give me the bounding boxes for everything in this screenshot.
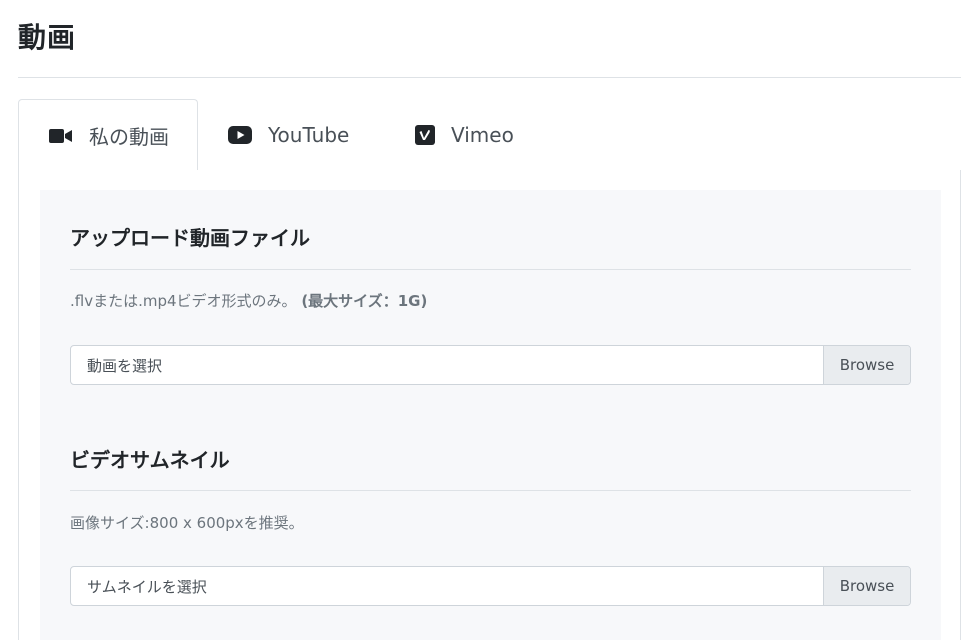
title-divider bbox=[18, 77, 961, 78]
upload-help-main: .flvまたは.mp4ビデオ形式のみ。 bbox=[70, 292, 297, 310]
video-camera-icon bbox=[49, 128, 73, 144]
thumbnail-file-placeholder[interactable]: サムネイルを選択 bbox=[71, 567, 823, 605]
upload-help-text: .flvまたは.mp4ビデオ形式のみ。 (最大サイズ：1G) bbox=[70, 290, 427, 311]
video-source-tabs: 私の動画 YouTube Vimeo bbox=[18, 99, 961, 172]
thumbnail-help-text: 画像サイズ:800 x 600pxを推奨。 bbox=[70, 514, 304, 532]
page-title: 動画 bbox=[18, 21, 77, 54]
tab-vimeo[interactable]: Vimeo bbox=[415, 99, 514, 171]
tab-youtube[interactable]: YouTube bbox=[228, 99, 349, 171]
thumbnail-file-input[interactable]: サムネイルを選択 Browse bbox=[70, 566, 911, 606]
video-file-input[interactable]: 動画を選択 Browse bbox=[70, 345, 911, 385]
vimeo-icon bbox=[415, 125, 435, 145]
upload-help-max-size: (最大サイズ：1G) bbox=[301, 292, 428, 310]
tab-label: YouTube bbox=[268, 123, 350, 147]
tab-label: 私の動画 bbox=[89, 125, 169, 149]
tab-label: Vimeo bbox=[451, 123, 514, 147]
upload-section-title: アップロード動画ファイル bbox=[70, 226, 310, 250]
thumbnail-section-title: ビデオサムネイル bbox=[70, 448, 230, 472]
thumbnail-browse-button[interactable]: Browse bbox=[823, 567, 910, 605]
tab-my-videos[interactable]: 私の動画 bbox=[18, 99, 198, 172]
video-browse-button[interactable]: Browse bbox=[823, 346, 910, 384]
upload-panel: アップロード動画ファイル .flvまたは.mp4ビデオ形式のみ。 (最大サイズ：… bbox=[40, 190, 941, 640]
thumbnail-section-divider bbox=[70, 490, 911, 491]
upload-section-divider bbox=[70, 269, 911, 270]
tab-content: アップロード動画ファイル .flvまたは.mp4ビデオ形式のみ。 (最大サイズ：… bbox=[18, 170, 961, 640]
youtube-icon bbox=[228, 126, 252, 144]
video-file-placeholder[interactable]: 動画を選択 bbox=[71, 346, 823, 384]
